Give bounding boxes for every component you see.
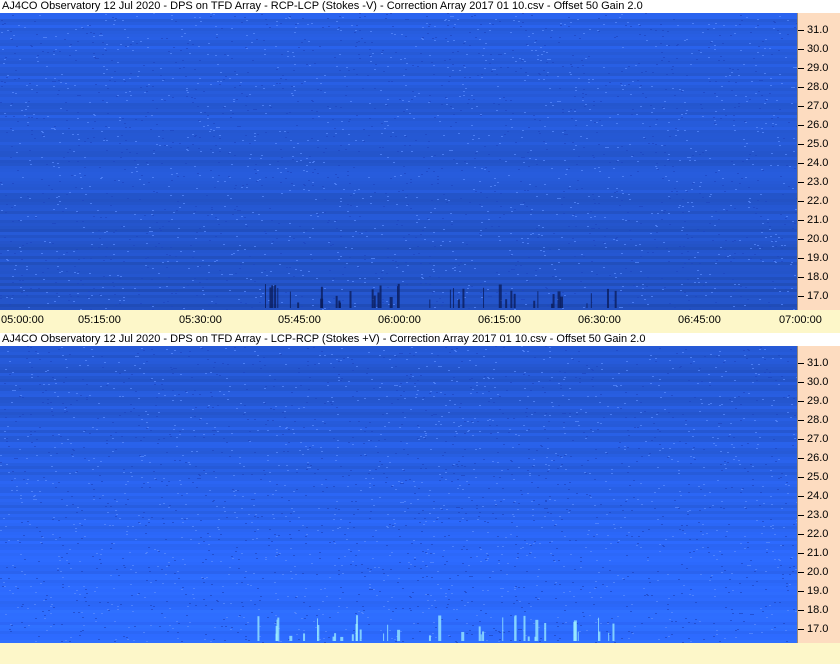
panel1-frequency-axis: 31.0 30.0 29.0 28.0 27.0 26.0 25.0 24.0 … xyxy=(797,13,840,310)
panel1-freq-label: 17.0 xyxy=(807,290,829,302)
panel2-freq-label: 29.0 xyxy=(807,395,829,407)
panel2-spectrogram xyxy=(0,346,797,643)
panel2-freq-label: 18.0 xyxy=(807,604,829,616)
panel1-freq-label: 25.0 xyxy=(807,138,829,150)
panel1-freq-label: 27.0 xyxy=(807,100,829,112)
panel1-spectrogram xyxy=(0,13,797,310)
panel2-freq-label: 22.0 xyxy=(807,528,829,540)
time-label: 06:45:00 xyxy=(678,314,721,326)
panel1-freq-label: 22.0 xyxy=(807,195,829,207)
time-label: 07:00:00 xyxy=(779,314,822,326)
panel2-freq-label: 28.0 xyxy=(807,414,829,426)
panel2-freq-label: 21.0 xyxy=(807,547,829,559)
panel1-freq-label: 26.0 xyxy=(807,119,829,131)
panel1-freq-label: 28.0 xyxy=(807,81,829,93)
panel1-freq-label: 23.0 xyxy=(807,176,829,188)
time-axis: 05:00:00 05:15:00 05:30:00 05:45:00 06:0… xyxy=(0,310,840,329)
panel1-freq-label: 19.0 xyxy=(807,252,829,264)
time-label: 06:30:00 xyxy=(578,314,621,326)
panel2-frequency-axis: 31.0 30.0 29.0 28.0 27.0 26.0 25.0 24.0 … xyxy=(797,346,840,643)
time-label: 05:00:00 xyxy=(1,314,44,326)
panel1-freq-label: 21.0 xyxy=(807,214,829,226)
panel1-freq-label: 30.0 xyxy=(807,43,829,55)
panel2-freq-label: 31.0 xyxy=(807,357,829,369)
panel1-freq-label: 20.0 xyxy=(807,233,829,245)
panel2-freq-label: 23.0 xyxy=(807,509,829,521)
panel2-freq-label: 17.0 xyxy=(807,623,829,635)
time-label: 05:45:00 xyxy=(278,314,321,326)
panel1-freq-label: 31.0 xyxy=(807,24,829,36)
panel1-title: AJ4CO Observatory 12 Jul 2020 - DPS on T… xyxy=(0,0,840,13)
panel2-freq-label: 26.0 xyxy=(807,452,829,464)
panel2-freq-label: 20.0 xyxy=(807,566,829,578)
panel1-freq-label: 24.0 xyxy=(807,157,829,169)
time-label: 05:15:00 xyxy=(78,314,121,326)
time-label: 06:15:00 xyxy=(478,314,521,326)
panel1-freq-label: 18.0 xyxy=(807,271,829,283)
panel2-title: AJ4CO Observatory 12 Jul 2020 - DPS on T… xyxy=(0,333,840,346)
panel2-freq-label: 30.0 xyxy=(807,376,829,388)
panel2-freq-label: 19.0 xyxy=(807,585,829,597)
panel1-freq-label: 29.0 xyxy=(807,62,829,74)
time-label: 05:30:00 xyxy=(179,314,222,326)
panel2-freq-label: 27.0 xyxy=(807,433,829,445)
bottom-time-axis xyxy=(0,643,840,664)
panel2-freq-label: 25.0 xyxy=(807,471,829,483)
panel2-freq-label: 24.0 xyxy=(807,490,829,502)
time-label: 06:00:00 xyxy=(378,314,421,326)
